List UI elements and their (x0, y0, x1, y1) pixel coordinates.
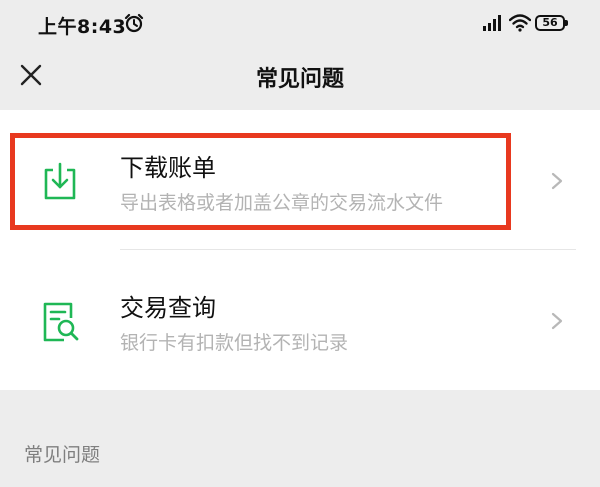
list-item-transaction-query[interactable]: 交易查询 银行卡有扣款但找不到记录 (0, 250, 600, 390)
item-subtitle: 导出表格或者加盖公章的交易流水文件 (120, 192, 444, 214)
item-title: 下载账单 (120, 154, 216, 182)
status-time: 上午8:43 (38, 16, 127, 38)
item-title: 交易查询 (120, 294, 216, 322)
chevron-right-icon (551, 312, 563, 330)
section-label: 常见问题 (24, 444, 101, 466)
page-title: 常见问题 (255, 67, 344, 92)
nav-bar: 常见问题 (0, 46, 600, 110)
chevron-right-icon (551, 172, 563, 190)
faq-section: 常见问题 (0, 390, 600, 487)
signal-icon (483, 15, 501, 31)
document-search-icon (43, 302, 79, 342)
alarm-icon (124, 13, 144, 33)
wifi-icon (509, 14, 531, 32)
list-item-download-bill[interactable]: 下载账单 导出表格或者加盖公章的交易流水文件 (0, 110, 600, 250)
download-icon (44, 162, 76, 200)
item-subtitle: 银行卡有扣款但找不到记录 (120, 332, 349, 354)
menu-card: 下载账单 导出表格或者加盖公章的交易流水文件 交易查询 银行卡有扣款但找不到记录 (0, 110, 600, 390)
status-bar: 上午8:43 56 (0, 0, 600, 46)
battery-icon: 56 (535, 15, 568, 31)
